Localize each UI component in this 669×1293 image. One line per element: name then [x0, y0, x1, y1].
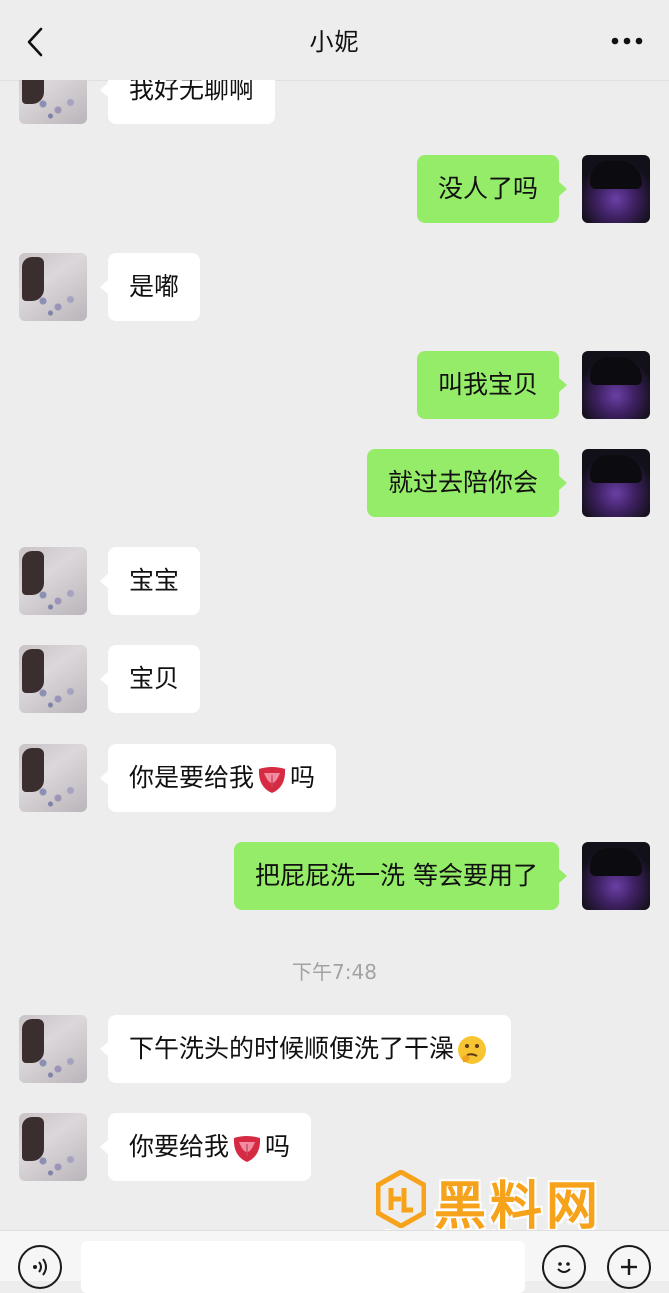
message-row: 把屁屁洗一洗 等会要用了	[0, 842, 669, 912]
outgoing-message[interactable]: 没人了吗	[416, 155, 568, 223]
thinking-emoji-icon	[458, 1036, 487, 1064]
incoming-message[interactable]: 你要给我 吗	[99, 1113, 312, 1181]
incoming-message[interactable]: 宝宝	[99, 547, 201, 615]
plus-icon	[621, 1259, 637, 1275]
message-text: 你要给我	[129, 1132, 230, 1161]
incoming-message[interactable]: 我好无聊啊	[99, 80, 276, 124]
tongue-emoji-icon	[258, 767, 286, 793]
message-input[interactable]	[81, 1241, 525, 1293]
message-text: 你是要给我	[129, 763, 255, 792]
incoming-message[interactable]: 你是要给我 吗	[99, 744, 337, 812]
message-row: 你是要给我 吗	[0, 744, 669, 814]
more-dots-icon	[611, 37, 643, 45]
outgoing-message[interactable]: 就过去陪你会	[366, 449, 568, 517]
input-bar	[0, 1230, 669, 1293]
tongue-emoji-icon	[233, 1136, 261, 1162]
contact-avatar[interactable]	[19, 1015, 87, 1083]
smiley-icon	[557, 1262, 571, 1273]
incoming-message[interactable]: 宝贝	[99, 645, 201, 713]
message-list[interactable]: 我好无聊啊 没人了吗 是嘟 叫我宝贝 就过去陪你会 宝宝 宝贝 你是要给我吗 把…	[0, 80, 669, 1230]
message-row: 是嘟	[0, 253, 669, 323]
contact-avatar[interactable]	[19, 547, 87, 615]
emoji-button[interactable]	[542, 1245, 586, 1289]
message-text: 下午洗头的时候顺便洗了干澡	[129, 1034, 455, 1063]
message-row: 就过去陪你会	[0, 449, 669, 519]
outgoing-message[interactable]: 叫我宝贝	[416, 351, 568, 419]
incoming-message[interactable]: 下午洗头的时候顺便洗了干澡	[99, 1015, 512, 1083]
contact-avatar[interactable]	[19, 80, 87, 124]
my-avatar[interactable]	[582, 351, 650, 419]
my-avatar[interactable]	[582, 842, 650, 910]
message-text: 吗	[265, 1132, 291, 1161]
my-avatar[interactable]	[582, 155, 650, 223]
message-row: 宝贝	[0, 645, 669, 715]
my-avatar[interactable]	[582, 449, 650, 517]
nav-bar: 小妮	[0, 0, 669, 81]
contact-avatar[interactable]	[19, 1113, 87, 1181]
message-text: 吗	[290, 763, 316, 792]
time-divider: 下午7:48	[292, 960, 377, 984]
message-row: 没人了吗	[0, 155, 669, 225]
contact-avatar[interactable]	[19, 645, 87, 713]
contact-avatar[interactable]	[19, 744, 87, 812]
more-button[interactable]	[607, 26, 647, 56]
message-row: 宝宝	[0, 547, 669, 617]
message-row: 下午洗头的时候顺便洗了干澡	[0, 1015, 669, 1085]
message-row: 你要给我 吗	[0, 1113, 669, 1183]
contact-avatar[interactable]	[19, 253, 87, 321]
voice-icon	[33, 1258, 47, 1276]
chat-title: 小妮	[309, 28, 360, 56]
voice-button[interactable]	[18, 1245, 62, 1289]
outgoing-message[interactable]: 把屁屁洗一洗 等会要用了	[234, 842, 567, 910]
plus-button[interactable]	[607, 1245, 651, 1289]
incoming-message[interactable]: 是嘟	[99, 253, 201, 321]
message-row: 我好无聊啊	[0, 80, 669, 126]
message-row: 叫我宝贝	[0, 351, 669, 421]
